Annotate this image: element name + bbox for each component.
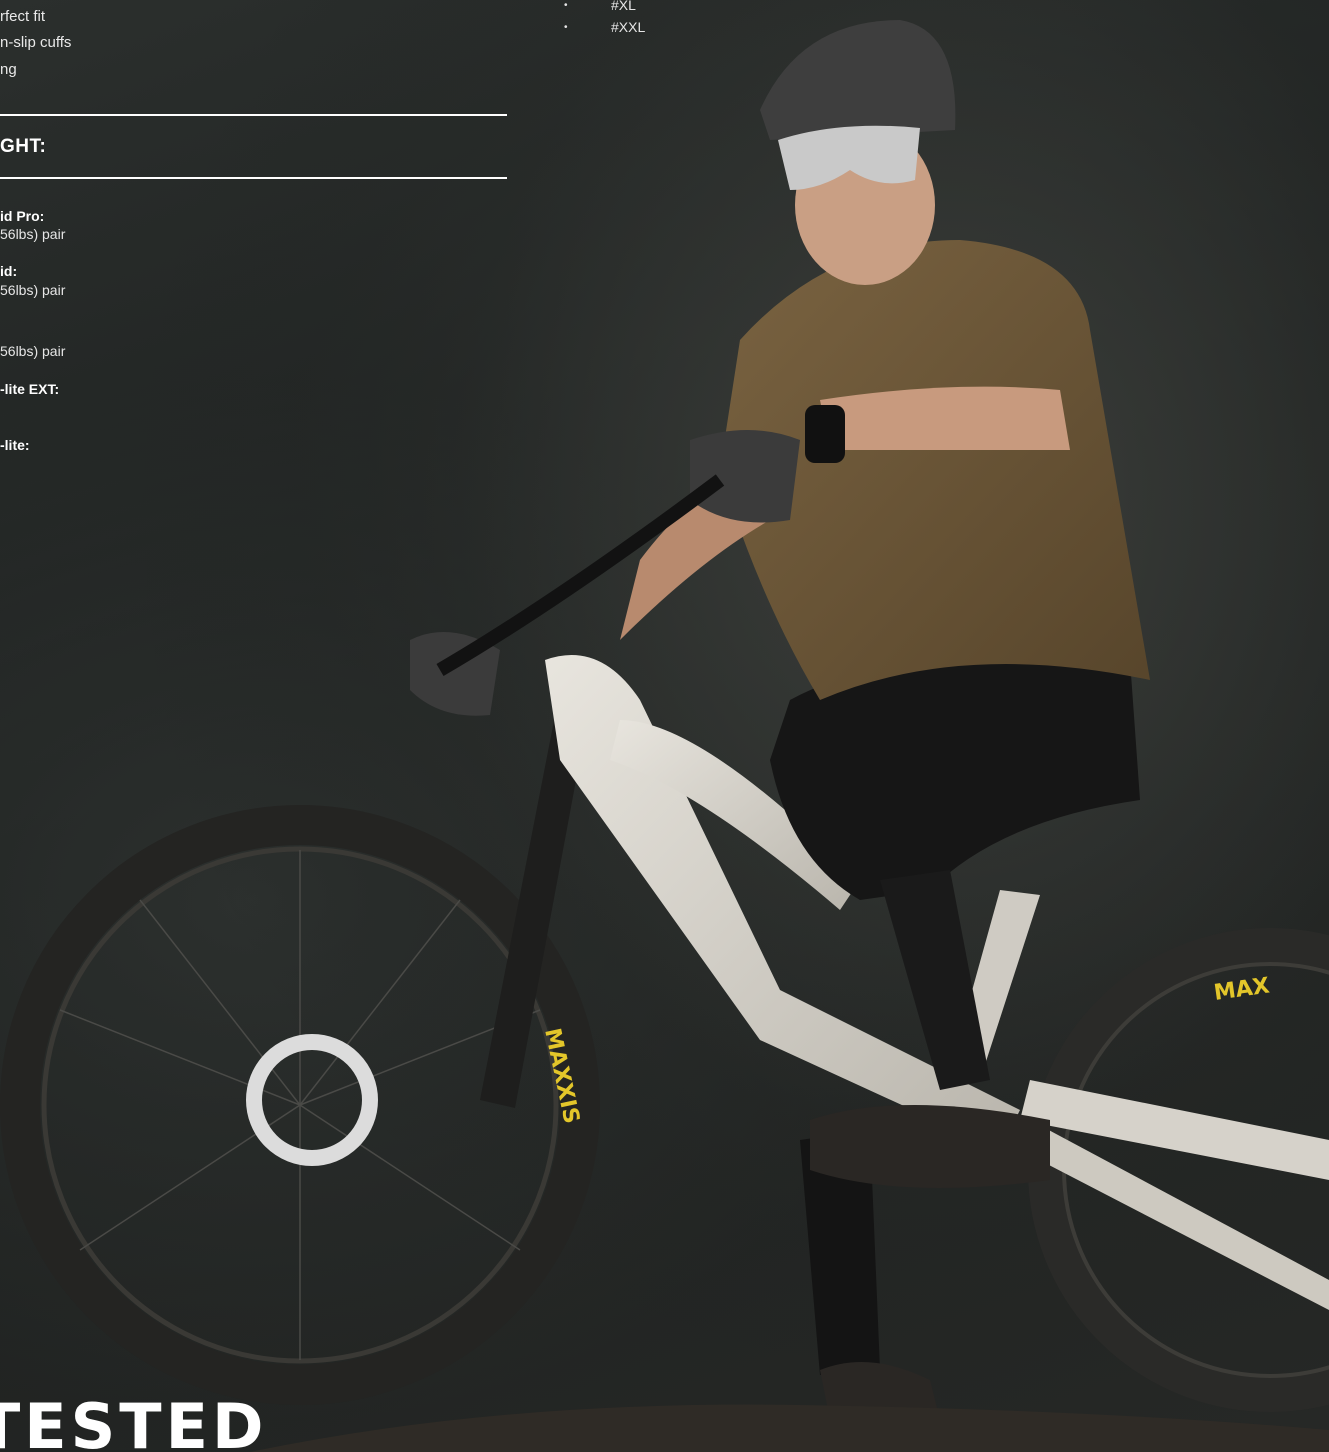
size-item: • #XL xyxy=(564,0,645,16)
right-arm xyxy=(820,386,1070,450)
feature-item: rfect fit xyxy=(0,8,46,25)
weight-value: 56lbs) pair xyxy=(0,343,66,359)
rider-photo: MAX MAXXIS xyxy=(0,0,1329,1452)
size-label: #XL xyxy=(611,0,636,13)
size-list: • #XL • #XXL xyxy=(564,0,645,38)
size-item: • #XXL xyxy=(564,16,645,38)
weight-model-name: -lite: xyxy=(0,437,30,453)
section-title: TESTED xyxy=(0,1390,268,1452)
weight-value: 56lbs) pair xyxy=(0,282,66,298)
glove-right xyxy=(690,430,800,523)
weight-model-name: id: xyxy=(0,263,18,279)
size-label: #XXL xyxy=(611,19,646,35)
weight-model-name: -lite EXT: xyxy=(0,381,60,397)
bullet: • xyxy=(564,21,568,33)
weight-value: 56lbs) pair xyxy=(0,226,66,242)
feature-item: ng xyxy=(0,61,17,78)
shoe xyxy=(810,1105,1050,1188)
weight-model-name: id Pro: xyxy=(0,208,45,224)
bullet: • xyxy=(564,0,568,11)
feature-item: n-slip cuffs xyxy=(0,34,72,51)
weight-heading: GHT: xyxy=(0,136,47,157)
watch xyxy=(805,405,845,463)
divider xyxy=(0,177,507,179)
divider xyxy=(0,114,507,116)
magazine-page: MAX MAXXIS rfect fit n-slip cuffs ng GHT… xyxy=(0,0,1329,1452)
